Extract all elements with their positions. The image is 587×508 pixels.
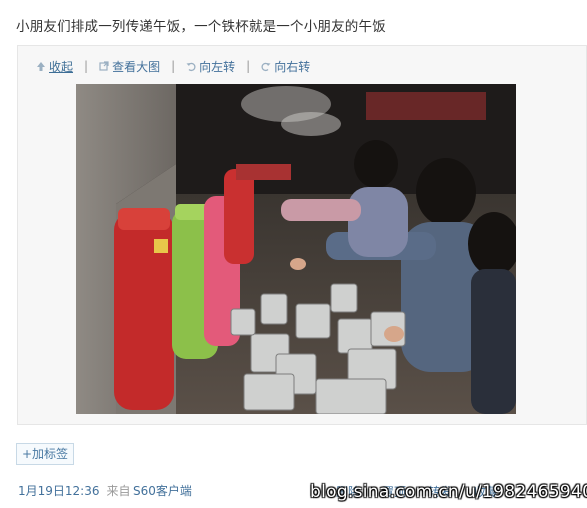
rotate-right-label: 向右转	[274, 59, 311, 74]
post-photo[interactable]	[76, 84, 516, 414]
toolbar-divider: |	[246, 59, 251, 73]
media-toolbar: 收起 | 查看大图 | 向左转 | 向右转	[36, 58, 310, 74]
client-source-link[interactable]: S60客户端	[133, 482, 192, 499]
rotate-left-button[interactable]: 向左转	[186, 58, 235, 75]
collapse-label: 收起	[49, 59, 74, 74]
toolbar-divider: |	[171, 59, 176, 73]
rotate-right-icon	[261, 62, 271, 71]
media-expanded-panel: 收起 | 查看大图 | 向左转 | 向右转	[17, 45, 587, 425]
source-prefix: 来自	[106, 484, 131, 498]
arrow-up-icon	[37, 61, 45, 71]
post-text: 小朋友们排成一列传递午饭，一个铁杯就是一个小朋友的午饭	[16, 19, 386, 35]
add-tag-button[interactable]: +加标签	[16, 443, 75, 465]
rotate-right-button[interactable]: 向右转	[261, 58, 310, 75]
toolbar-divider: |	[84, 59, 89, 73]
photo-children-lunch	[76, 84, 516, 414]
post-time-link[interactable]: 1月19日12:36	[18, 482, 100, 499]
view-large-button[interactable]: 查看大图	[99, 58, 160, 75]
external-view-icon	[99, 60, 109, 71]
view-large-label: 查看大图	[112, 59, 161, 74]
watermark-url: blog.sina.com.cn/u/1982465940	[310, 482, 587, 502]
client-label: S60客户端	[133, 484, 192, 498]
rotate-left-label: 向左转	[199, 59, 236, 74]
collapse-button[interactable]: 收起	[36, 58, 73, 75]
post-meta: 1月19日12:36 来自	[18, 482, 131, 499]
rotate-left-icon	[186, 62, 196, 71]
